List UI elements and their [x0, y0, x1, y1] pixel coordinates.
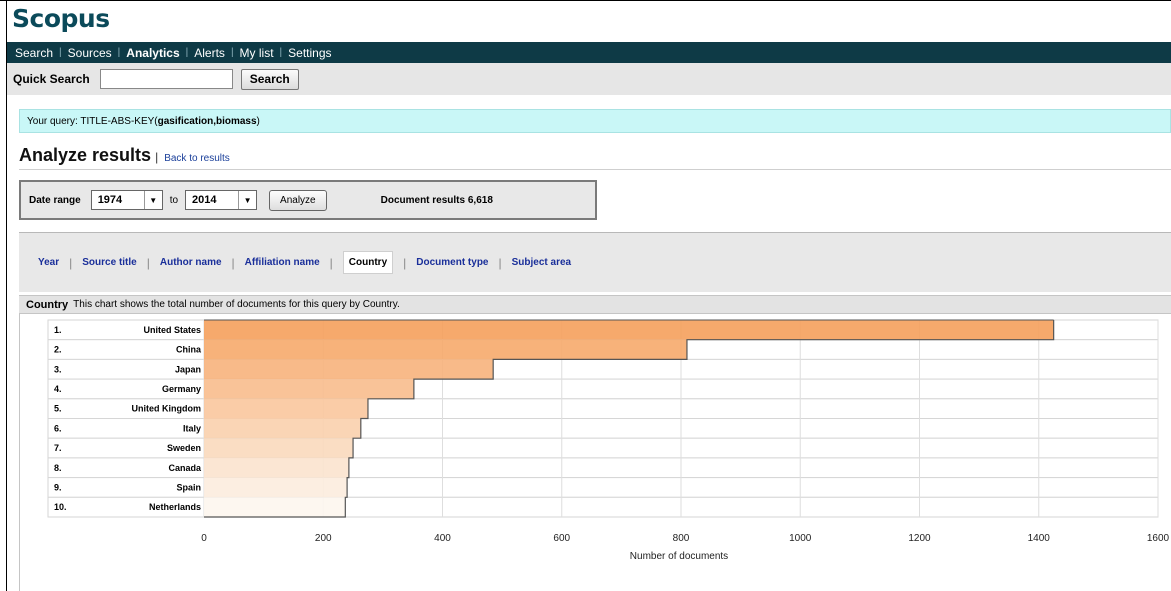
x-axis-title: Number of documents	[630, 551, 728, 562]
row-rank: 5.	[54, 404, 62, 414]
country-label[interactable]: China	[176, 345, 202, 355]
country-bar[interactable]	[204, 477, 348, 498]
row-rank: 6.	[54, 423, 62, 433]
country-bar-chart: 1. United States 2. China 3. Japan 4. Germany 5.…	[47, 319, 1170, 562]
x-tick-label: 1600	[1147, 533, 1170, 544]
x-tick-label: 1200	[908, 533, 931, 544]
country-bar[interactable]	[204, 398, 368, 419]
row-rank: 3.	[54, 364, 62, 374]
row-rank: 8.	[54, 463, 62, 473]
x-tick-label: 0	[201, 533, 207, 544]
country-label[interactable]: Sweden	[167, 443, 201, 453]
row-rank: 2.	[54, 345, 62, 355]
row-rank: 1.	[54, 325, 62, 335]
x-tick-label: 600	[553, 533, 570, 544]
country-label[interactable]: Canada	[168, 463, 202, 473]
country-label[interactable]: Spain	[176, 482, 201, 492]
country-label[interactable]: Netherlands	[149, 502, 201, 512]
x-tick-label: 1000	[789, 533, 812, 544]
country-bar[interactable]	[204, 497, 346, 517]
country-bar[interactable]	[204, 379, 414, 399]
row-rank: 4.	[54, 384, 62, 394]
country-bar[interactable]	[204, 438, 354, 458]
row-rank: 7.	[54, 443, 62, 453]
x-tick-label: 1400	[1028, 533, 1051, 544]
country-bar[interactable]	[204, 418, 361, 439]
country-bar[interactable]	[204, 457, 349, 478]
country-label[interactable]: Germany	[162, 384, 201, 394]
row-rank: 9.	[54, 482, 62, 492]
x-tick-label: 200	[315, 533, 332, 544]
country-label[interactable]: United Kingdom	[132, 404, 202, 414]
country-bar[interactable]	[204, 339, 687, 360]
country-bar[interactable]	[204, 359, 494, 380]
row-rank: 10.	[54, 502, 67, 512]
country-bar[interactable]	[204, 320, 1054, 340]
x-tick-label: 800	[673, 533, 690, 544]
country-label[interactable]: United States	[143, 325, 201, 335]
country-label[interactable]: Japan	[175, 364, 201, 374]
country-label[interactable]: Italy	[183, 423, 201, 433]
x-tick-label: 400	[434, 533, 451, 544]
